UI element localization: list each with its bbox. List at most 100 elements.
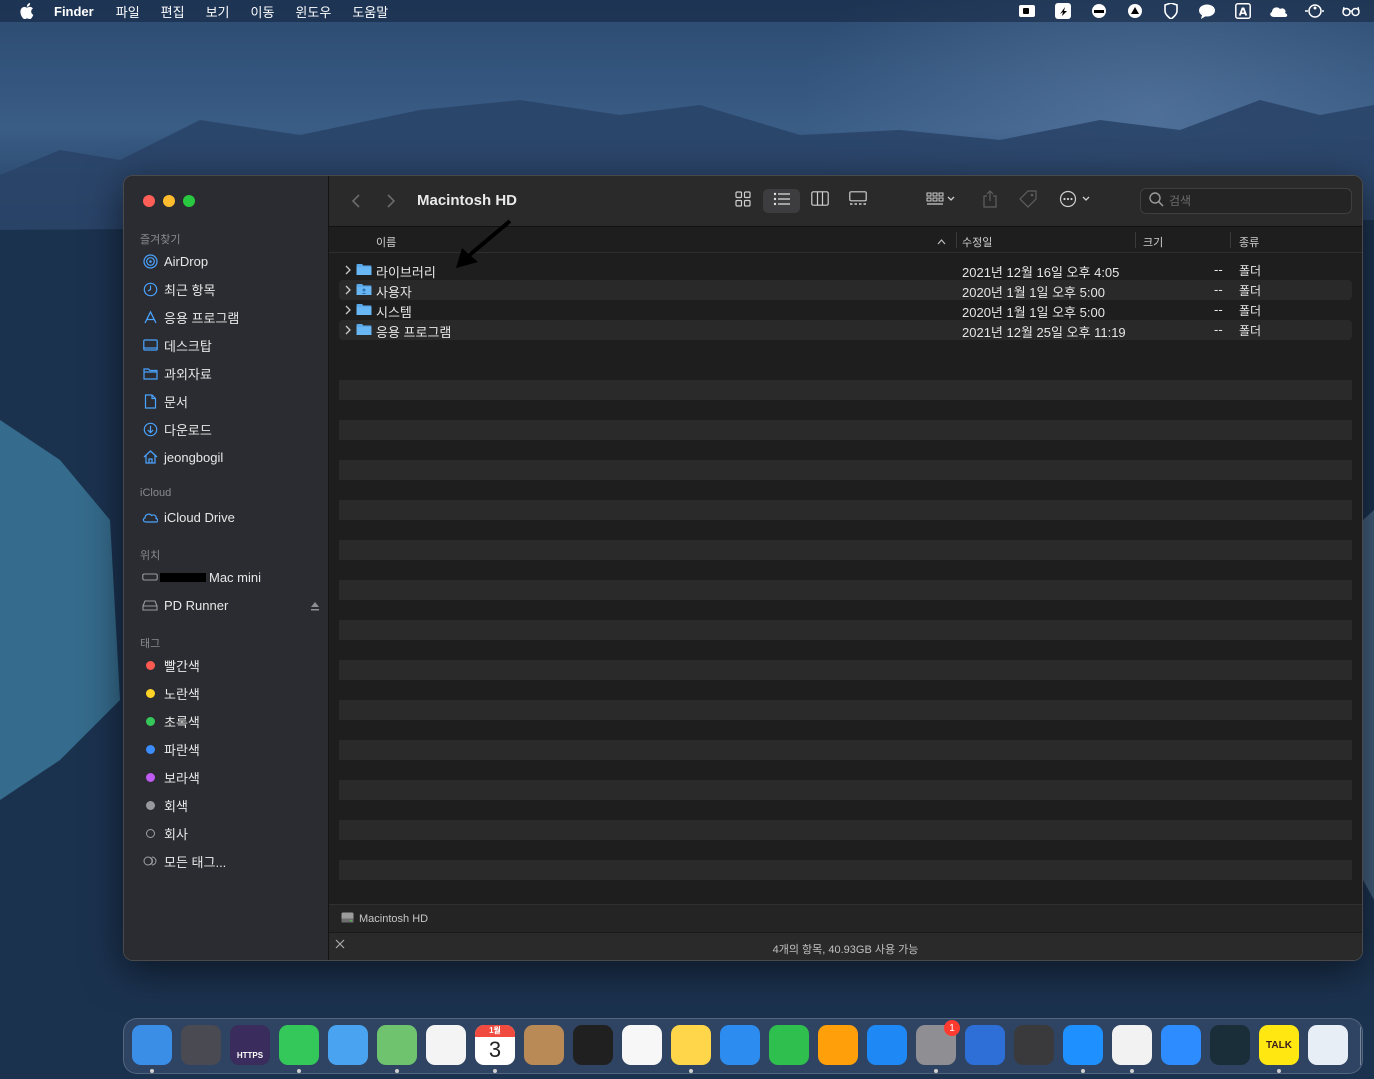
group-grid-icon (926, 192, 956, 211)
column-modified-header[interactable]: 수정일 (962, 234, 992, 250)
sidebar-tag-yellow[interactable]: 노란색 (142, 682, 322, 704)
mac-mini-icon (142, 569, 158, 585)
column-view-button[interactable] (806, 189, 834, 213)
menu-go[interactable]: 이동 (251, 2, 275, 21)
calendar-icon[interactable]: 3 1월 (475, 1025, 515, 1065)
forward-button[interactable] (386, 193, 396, 214)
shield-icon[interactable] (1161, 3, 1180, 19)
table-row[interactable]: 응용 프로그램 2021년 12월 25일 오후 11:19 -- 폴더 (339, 320, 1352, 340)
column-name-header[interactable]: 이름 (376, 234, 396, 250)
sidebar-item-pd-runner[interactable]: PD Runner (142, 594, 322, 616)
disk-icon (142, 597, 158, 613)
sidebar-item-applications[interactable]: 응용 프로그램 (142, 306, 322, 328)
league-of-legends-icon[interactable] (1210, 1025, 1250, 1065)
sidebar-item-home[interactable]: jeongbogil (142, 446, 322, 468)
keynote-icon[interactable] (720, 1025, 760, 1065)
sidebar-item-label: 빨간색 (164, 658, 200, 674)
maps-icon[interactable] (377, 1025, 417, 1065)
download-icon (142, 421, 158, 437)
cloud-icon[interactable] (1269, 3, 1288, 19)
group-button[interactable] (921, 189, 961, 213)
turtle-icon[interactable] (1089, 3, 1108, 19)
reminders-icon[interactable] (622, 1025, 662, 1065)
menu-app-name[interactable]: Finder (54, 4, 94, 19)
sidebar-item-tutoring-folder[interactable]: 과외자료 (142, 362, 322, 384)
list-view-button[interactable] (763, 189, 800, 213)
icon-view-button[interactable] (729, 189, 757, 213)
sidebar-item-label: iCloud Drive (164, 509, 235, 525)
preview-icon[interactable] (1308, 1025, 1348, 1065)
eject-icon[interactable] (310, 599, 320, 614)
minimize-window-button[interactable] (163, 195, 175, 207)
sidebar-item-desktop[interactable]: 데스크탑 (142, 334, 322, 356)
creative-cloud-icon[interactable] (1053, 3, 1072, 19)
sidebar-item-airdrop[interactable]: AirDrop (142, 250, 322, 272)
tag-button[interactable] (1017, 189, 1039, 213)
numbers-icon[interactable] (769, 1025, 809, 1065)
menu-file[interactable]: 파일 (116, 2, 140, 21)
chat-bubble-icon[interactable] (1197, 3, 1216, 19)
video-recorder-icon[interactable] (1017, 3, 1036, 19)
finder-icon[interactable] (132, 1025, 172, 1065)
menu-view[interactable]: 보기 (206, 2, 230, 21)
safari-icon[interactable] (1063, 1025, 1103, 1065)
sidebar-tag-blue[interactable]: 파란색 (142, 738, 322, 760)
textedit-icon[interactable] (1112, 1025, 1152, 1065)
share-button[interactable] (979, 189, 1001, 213)
sidebar-tag-purple[interactable]: 보라색 (142, 766, 322, 788)
messages-icon[interactable] (279, 1025, 319, 1065)
column-kind-header[interactable]: 종류 (1239, 234, 1259, 250)
file-name: 응용 프로그램 (376, 325, 452, 340)
column-size-header[interactable]: 크기 (1143, 234, 1163, 250)
piano-icon[interactable] (573, 1025, 613, 1065)
gallery-view-button[interactable] (843, 189, 873, 213)
app-store-icon[interactable] (867, 1025, 907, 1065)
pages-icon[interactable] (818, 1025, 858, 1065)
stack-app-icon[interactable] (965, 1025, 1005, 1065)
sidebar-item-icloud-drive[interactable]: iCloud Drive (142, 506, 322, 528)
disclosure-chevron-icon[interactable] (344, 264, 354, 276)
contacts-icon[interactable] (524, 1025, 564, 1065)
launchpad-icon[interactable] (181, 1025, 221, 1065)
action-menu-button[interactable] (1057, 189, 1095, 213)
photos-icon[interactable] (426, 1025, 466, 1065)
mail-icon[interactable] (328, 1025, 368, 1065)
disk-utility-icon[interactable] (1014, 1025, 1054, 1065)
notes-icon[interactable] (671, 1025, 711, 1065)
table-row[interactable]: 사용자 2020년 1월 1일 오후 5:00 -- 폴더 (339, 280, 1352, 300)
glasses-icon[interactable] (1341, 3, 1360, 19)
apple-menu-icon[interactable] (18, 3, 36, 19)
system-preferences-icon[interactable]: 1 (916, 1020, 960, 1065)
menu-help[interactable]: 도움말 (352, 2, 388, 21)
input-source-icon[interactable]: A (1233, 3, 1252, 19)
sidebar-item-mac-mini[interactable]: Mac mini (142, 566, 322, 588)
accessibility-icon[interactable] (1305, 3, 1324, 19)
sidebar-item-downloads[interactable]: 다운로드 (142, 418, 322, 440)
sidebar-tag-red[interactable]: 빨간색 (142, 654, 322, 676)
sidebar-tag-green[interactable]: 초록색 (142, 710, 322, 732)
zoom-icon[interactable] (1161, 1025, 1201, 1065)
kakaotalk-icon[interactable]: TALK (1259, 1025, 1299, 1065)
sidebar-item-recents[interactable]: 최근 항목 (142, 278, 322, 300)
disclosure-chevron-icon[interactable] (344, 324, 354, 336)
zoom-window-button[interactable] (183, 195, 195, 207)
close-window-button[interactable] (143, 195, 155, 207)
search-field[interactable] (1140, 188, 1352, 214)
menu-edit[interactable]: 편집 (161, 2, 185, 21)
https-app-icon[interactable]: HTTPS (230, 1025, 270, 1065)
sidebar-item-documents[interactable]: 문서 (142, 390, 322, 412)
sidebar-tag-gray[interactable]: 회색 (142, 794, 322, 816)
vpn-icon[interactable] (1125, 3, 1144, 19)
icloud-icon (142, 509, 158, 525)
disclosure-chevron-icon[interactable] (344, 284, 354, 296)
file-kind: 폴더 (1239, 304, 1262, 318)
sidebar-all-tags[interactable]: 모든 태그... (142, 850, 322, 872)
menu-window[interactable]: 윈도우 (295, 2, 331, 21)
table-row[interactable]: 시스템 2020년 1월 1일 오후 5:00 -- 폴더 (339, 300, 1352, 320)
disclosure-chevron-icon[interactable] (344, 304, 354, 316)
sidebar-tag-company[interactable]: 회사 (142, 822, 322, 844)
file-modified: 2021년 12월 25일 오후 11:19 (962, 325, 1126, 340)
search-input[interactable] (1169, 194, 1339, 208)
path-bar-item[interactable]: Macintosh HD (359, 913, 428, 925)
back-button[interactable] (351, 193, 361, 214)
